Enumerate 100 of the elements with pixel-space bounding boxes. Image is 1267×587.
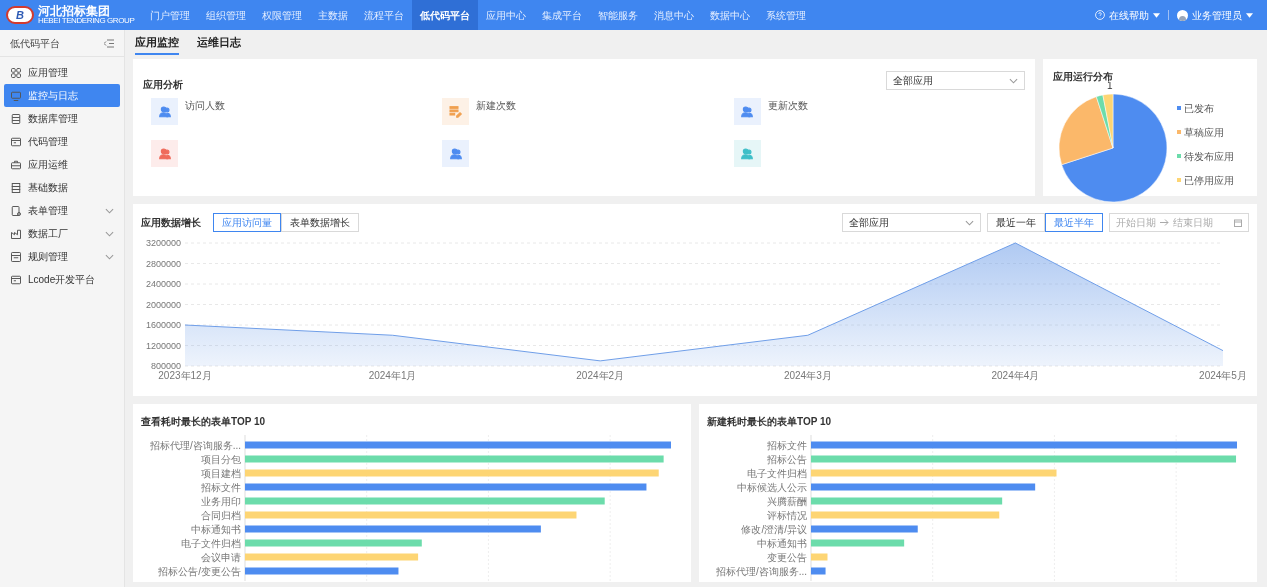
mode-toggle[interactable]: 表单数据增长 (281, 213, 359, 232)
logo-subtitle: HEBEI TENDERING GROUP (38, 17, 135, 25)
logo-name: 河北招标集团 (38, 5, 111, 17)
x-axis-label: 2024年2月 (576, 370, 625, 381)
category-label: 招标代理/咨询服务... (149, 439, 241, 451)
nav-item[interactable]: 权限管理 (254, 0, 310, 30)
sidebar-item[interactable]: 基础数据 (4, 176, 120, 199)
nav-item[interactable]: 消息中心 (646, 0, 702, 30)
category-label: 合同归档 (201, 509, 241, 521)
nav-item[interactable]: 应用中心 (478, 0, 534, 30)
range-toggle[interactable]: 最近一年 (987, 213, 1045, 232)
slice-label: 1 (1107, 82, 1113, 91)
category-label: 变更公告 (767, 551, 807, 563)
stat-label: 新建次数 (476, 99, 517, 113)
chevron-down-icon (105, 230, 114, 237)
card-title: 查看耗时最长的表单TOP 10 (141, 415, 267, 429)
date-range-field[interactable]: 开始日期 结束日期 (1109, 213, 1249, 232)
stat-label: 访问人数 (185, 99, 225, 113)
category-label: 会议申请 (201, 551, 241, 563)
sidebar-item[interactable]: 表单管理 (4, 199, 120, 222)
bar (811, 553, 828, 561)
mode-toggle[interactable]: 应用访问量 (213, 213, 281, 232)
category-label: 项目建档 (201, 467, 241, 479)
window-icon (10, 273, 22, 286)
sidebar-item[interactable]: Lcode开发平台 (4, 268, 120, 291)
x-axis-label: 2024年3月 (783, 370, 832, 381)
x-axis-label: 2024年5月 (1199, 370, 1247, 381)
y-axis-label: 2000000 (145, 299, 181, 310)
x-axis-label: 2024年4月 (991, 370, 1040, 381)
help-menu[interactable]: 在线帮助 (1095, 7, 1160, 23)
document-icon (10, 250, 22, 263)
app-filter-select[interactable]: 全部应用 (886, 71, 1025, 90)
card-title: 应用运行分布 (1053, 70, 1114, 83)
category-label: 修改/澄清/异议 (741, 523, 807, 535)
sidebar-item[interactable]: 应用管理 (4, 61, 120, 84)
x-axis-label: 2023年12月 (158, 370, 212, 381)
collapse-menu-icon (104, 38, 114, 48)
y-axis-label: 1600000 (145, 320, 181, 330)
sidebar-item[interactable]: 规则管理 (4, 245, 120, 268)
chevron-down-icon (105, 253, 114, 260)
category-label: 兴腾薪酬 (767, 495, 807, 507)
y-axis-label: 800000 (150, 361, 181, 371)
category-label: 业务用印 (201, 495, 241, 507)
category-label: 招标公告/变更公告 (158, 565, 241, 577)
sidebar-item[interactable]: 监控与日志 (4, 84, 120, 107)
sidebar-item[interactable]: 数据工厂 (4, 222, 120, 245)
category-label: 中标候选人公示 (737, 481, 807, 493)
arrow-right-icon (1160, 219, 1169, 226)
legend-label: 草稿应用 (1184, 125, 1224, 140)
y-axis-label: 1200000 (145, 340, 181, 351)
x-axis-label: 2024年1月 (368, 370, 417, 381)
database-icon (10, 112, 22, 125)
sidebar-item[interactable]: 数据库管理 (4, 107, 120, 130)
category-label: 招标文件 (201, 481, 241, 493)
nav-item[interactable]: 组织管理 (198, 0, 254, 30)
nav-item[interactable]: 集成平台 (534, 0, 590, 30)
avatar-icon (1177, 9, 1188, 21)
category-label: 招标文件 (767, 439, 807, 451)
app-filter-select[interactable]: 全部应用 (842, 213, 981, 232)
chevron-down-icon (1009, 77, 1018, 84)
form-icon (10, 204, 22, 217)
nav-item[interactable]: 智能服务 (590, 0, 646, 30)
category-label: 中标通知书 (757, 537, 807, 549)
card-title: 新建耗时最长的表单TOP 10 (707, 415, 833, 429)
bar (811, 567, 826, 575)
chevron-down-icon (105, 207, 114, 214)
category-label: 电子文件归档 (747, 467, 807, 479)
legend-label: 待发布应用 (1184, 149, 1234, 164)
nav-item[interactable]: 主数据 (310, 0, 356, 30)
category-label: 招标公告 (767, 453, 807, 465)
nav-item[interactable]: 低代码平台 (412, 0, 478, 30)
category-label: 评标情况 (767, 509, 807, 521)
legend-label: 已发布 (1184, 101, 1214, 116)
category-label: 招标代理/咨询服务... (715, 565, 807, 577)
monitor-icon (10, 89, 22, 102)
factory-icon (10, 227, 22, 240)
page-tab[interactable]: 应用监控 (135, 33, 179, 55)
sidebar-item[interactable]: 代码管理 (4, 130, 120, 153)
nav-item[interactable]: 系统管理 (758, 0, 814, 30)
y-axis-label: 2800000 (145, 258, 181, 269)
category-label: 中标通知书 (191, 523, 241, 535)
sidebar-item[interactable]: 应用运维 (4, 153, 120, 176)
chevron-down-icon (965, 219, 974, 226)
nav-item[interactable]: 数据中心 (702, 0, 758, 30)
page-tab[interactable]: 运维日志 (197, 33, 241, 55)
card-title: 应用数据增长 (141, 216, 201, 230)
sidebar-title: 低代码平台 (10, 36, 60, 51)
stack-icon (10, 181, 22, 194)
nav-item[interactable]: 流程平台 (356, 0, 412, 30)
caret-icon (1153, 12, 1160, 18)
grid-icon (10, 66, 22, 79)
user-menu[interactable]: 业务管理员 (1177, 7, 1253, 23)
logo-mark: B (16, 9, 24, 21)
y-axis-label: 3200000 (145, 238, 181, 248)
calendar-icon (1234, 218, 1242, 227)
category-label: 项目分包 (201, 453, 241, 465)
help-icon (1095, 10, 1105, 20)
nav-item[interactable]: 门户管理 (142, 0, 198, 30)
range-toggle[interactable]: 最近半年 (1045, 213, 1103, 232)
stat-label: 更新次数 (767, 99, 808, 113)
